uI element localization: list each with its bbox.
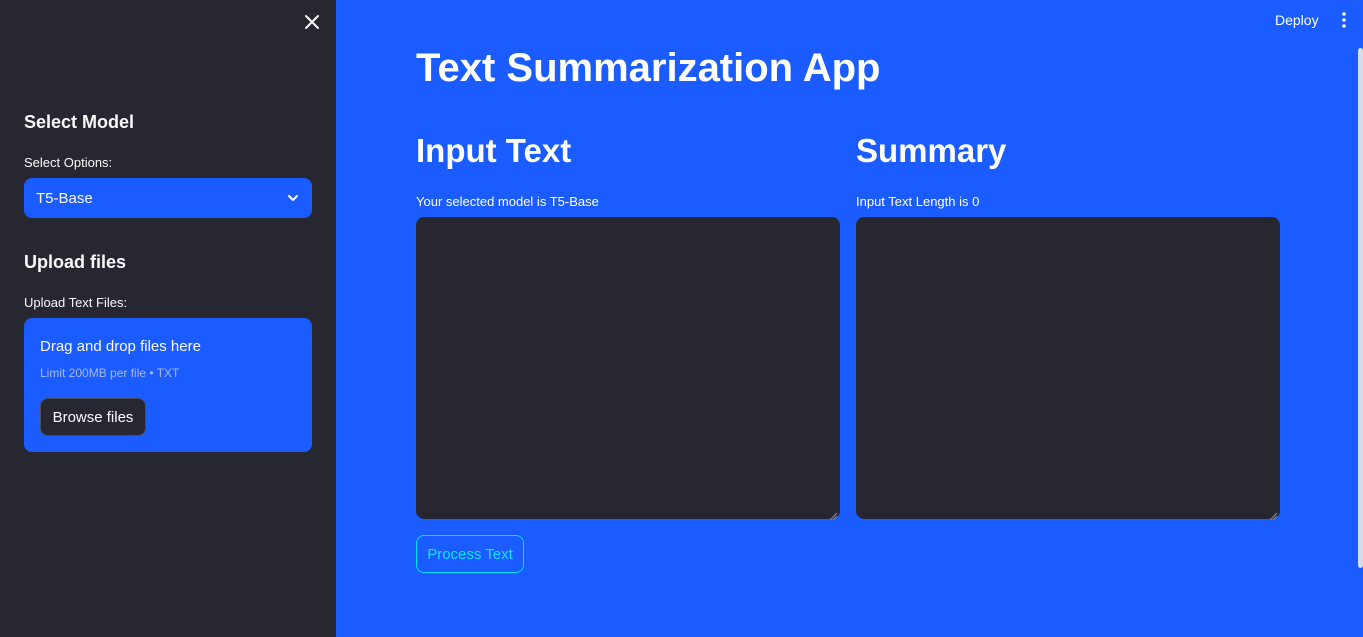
close-sidebar-button[interactable] bbox=[302, 12, 322, 32]
input-textarea[interactable] bbox=[416, 217, 840, 519]
model-select[interactable]: T5-Base bbox=[24, 178, 312, 218]
summary-heading: Summary bbox=[856, 132, 1007, 169]
resize-grip-icon[interactable] bbox=[829, 508, 838, 521]
chevron-down-icon bbox=[286, 191, 300, 205]
upload-text-files-label: Upload Text Files: bbox=[24, 295, 128, 310]
browse-files-button[interactable]: Browse files bbox=[40, 398, 146, 436]
select-options-label: Select Options: bbox=[24, 155, 113, 170]
select-model-heading: Select Model bbox=[24, 112, 135, 132]
dropzone-limit: Limit 200MB per file • TXT bbox=[40, 366, 180, 380]
file-dropzone[interactable]: Drag and drop files here Limit 200MB per… bbox=[24, 318, 312, 452]
model-select-value: T5-Base bbox=[36, 189, 93, 207]
input-text-caption: Your selected model is T5-Base bbox=[416, 194, 599, 209]
deploy-button[interactable]: Deploy bbox=[1275, 12, 1319, 28]
page-scrollbar[interactable] bbox=[1358, 48, 1363, 568]
main-menu-button[interactable] bbox=[1338, 11, 1350, 29]
summary-caption: Input Text Length is 0 bbox=[856, 194, 980, 209]
close-icon bbox=[302, 12, 322, 32]
more-vertical-icon bbox=[1338, 11, 1350, 29]
resize-grip-icon[interactable] bbox=[1269, 508, 1278, 521]
dropzone-title: Drag and drop files here bbox=[40, 338, 201, 355]
summary-textarea[interactable] bbox=[856, 217, 1280, 519]
input-text-heading: Input Text bbox=[416, 132, 572, 169]
page-title: Text Summarization App bbox=[416, 46, 881, 90]
upload-files-heading: Upload files bbox=[24, 252, 127, 272]
sidebar: Select Model Select Options: T5-Base Upl… bbox=[0, 0, 336, 637]
process-text-button[interactable]: Process Text bbox=[416, 535, 524, 573]
